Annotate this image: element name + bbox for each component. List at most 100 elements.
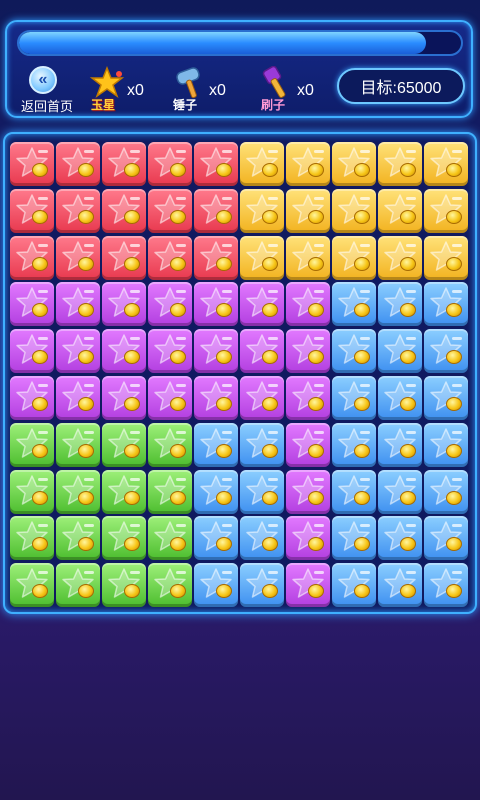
star-tile-red[interactable] xyxy=(56,188,100,233)
star-tile-red[interactable] xyxy=(102,142,146,186)
star-tile-blue[interactable] xyxy=(332,469,376,514)
star-tile-blue[interactable] xyxy=(332,422,376,467)
star-tile-purple[interactable] xyxy=(194,282,238,327)
star-tile-green[interactable] xyxy=(102,469,146,514)
star-tile-purple[interactable] xyxy=(286,329,330,374)
star-tile-red[interactable] xyxy=(56,142,100,186)
star-tile-blue[interactable] xyxy=(378,516,422,561)
star-tile-purple[interactable] xyxy=(102,329,146,374)
star-tile-blue[interactable] xyxy=(378,422,422,467)
star-tile-green[interactable] xyxy=(56,516,100,561)
star-tile-blue[interactable] xyxy=(194,469,238,514)
star-tile-blue[interactable] xyxy=(332,282,376,327)
star-tile-red[interactable] xyxy=(10,142,54,186)
star-tile-green[interactable] xyxy=(10,469,54,514)
star-tile-blue[interactable] xyxy=(378,282,422,327)
star-tile-green[interactable] xyxy=(148,516,192,561)
star-tile-blue[interactable] xyxy=(424,375,468,420)
star-tile-red[interactable] xyxy=(10,188,54,233)
star-tile-purple[interactable] xyxy=(240,375,284,420)
star-tile-yellow[interactable] xyxy=(332,188,376,233)
star-tile-purple[interactable] xyxy=(286,375,330,420)
star-tile-purple[interactable] xyxy=(56,375,100,420)
star-tile-purple[interactable] xyxy=(56,282,100,327)
star-tile-yellow[interactable] xyxy=(332,235,376,280)
star-tile-blue[interactable] xyxy=(240,469,284,514)
star-tile-yellow[interactable] xyxy=(240,235,284,280)
star-tile-purple[interactable] xyxy=(240,329,284,374)
star-tile-red[interactable] xyxy=(102,235,146,280)
star-tile-red[interactable] xyxy=(56,235,100,280)
star-tile-blue[interactable] xyxy=(378,563,422,608)
star-tile-red[interactable] xyxy=(194,142,238,186)
star-tile-blue[interactable] xyxy=(378,469,422,514)
star-tile-purple[interactable] xyxy=(148,329,192,374)
star-tile-purple[interactable] xyxy=(286,422,330,467)
star-tile-purple[interactable] xyxy=(148,282,192,327)
star-tile-blue[interactable] xyxy=(378,329,422,374)
tool-magic-star[interactable]: 玉星 x0 xyxy=(89,66,149,116)
star-tile-purple[interactable] xyxy=(286,516,330,561)
star-tile-blue[interactable] xyxy=(424,516,468,561)
star-tile-red[interactable] xyxy=(10,235,54,280)
star-tile-blue[interactable] xyxy=(332,375,376,420)
star-tile-yellow[interactable] xyxy=(332,142,376,186)
star-tile-red[interactable] xyxy=(194,188,238,233)
star-tile-yellow[interactable] xyxy=(378,142,422,186)
star-tile-yellow[interactable] xyxy=(424,142,468,186)
back-home-button[interactable]: « 返回首页 xyxy=(15,66,73,116)
star-tile-purple[interactable] xyxy=(286,563,330,608)
star-tile-blue[interactable] xyxy=(332,329,376,374)
star-tile-green[interactable] xyxy=(148,563,192,608)
star-tile-purple[interactable] xyxy=(194,329,238,374)
star-tile-purple[interactable] xyxy=(10,329,54,374)
star-tile-purple[interactable] xyxy=(240,282,284,327)
star-tile-green[interactable] xyxy=(56,469,100,514)
star-tile-red[interactable] xyxy=(148,142,192,186)
star-tile-green[interactable] xyxy=(10,516,54,561)
star-tile-yellow[interactable] xyxy=(286,235,330,280)
star-tile-yellow[interactable] xyxy=(240,188,284,233)
star-tile-blue[interactable] xyxy=(424,329,468,374)
star-tile-purple[interactable] xyxy=(286,469,330,514)
star-tile-yellow[interactable] xyxy=(240,142,284,186)
star-tile-blue[interactable] xyxy=(332,516,376,561)
star-tile-blue[interactable] xyxy=(332,563,376,608)
star-tile-green[interactable] xyxy=(102,422,146,467)
star-tile-blue[interactable] xyxy=(240,563,284,608)
star-tile-yellow[interactable] xyxy=(424,235,468,280)
star-tile-blue[interactable] xyxy=(194,422,238,467)
star-tile-purple[interactable] xyxy=(102,282,146,327)
star-tile-blue[interactable] xyxy=(240,516,284,561)
star-tile-yellow[interactable] xyxy=(286,188,330,233)
star-tile-blue[interactable] xyxy=(240,422,284,467)
star-tile-red[interactable] xyxy=(102,188,146,233)
star-tile-red[interactable] xyxy=(194,235,238,280)
star-tile-blue[interactable] xyxy=(424,422,468,467)
star-tile-yellow[interactable] xyxy=(286,142,330,186)
star-tile-red[interactable] xyxy=(148,235,192,280)
star-tile-green[interactable] xyxy=(10,422,54,467)
star-tile-purple[interactable] xyxy=(102,375,146,420)
star-tile-green[interactable] xyxy=(148,469,192,514)
star-tile-purple[interactable] xyxy=(10,282,54,327)
star-tile-blue[interactable] xyxy=(194,516,238,561)
star-tile-purple[interactable] xyxy=(194,375,238,420)
star-tile-purple[interactable] xyxy=(286,282,330,327)
star-tile-green[interactable] xyxy=(102,516,146,561)
star-tile-blue[interactable] xyxy=(194,563,238,608)
star-tile-green[interactable] xyxy=(56,563,100,608)
star-tile-yellow[interactable] xyxy=(378,188,422,233)
star-tile-purple[interactable] xyxy=(10,375,54,420)
tool-brush[interactable]: 刷子 x0 xyxy=(259,66,321,116)
star-tile-green[interactable] xyxy=(148,422,192,467)
star-tile-red[interactable] xyxy=(148,188,192,233)
star-tile-green[interactable] xyxy=(102,563,146,608)
star-tile-green[interactable] xyxy=(10,563,54,608)
star-tile-yellow[interactable] xyxy=(378,235,422,280)
star-tile-purple[interactable] xyxy=(56,329,100,374)
star-tile-blue[interactable] xyxy=(378,375,422,420)
star-tile-blue[interactable] xyxy=(424,282,468,327)
star-tile-blue[interactable] xyxy=(424,469,468,514)
star-tile-yellow[interactable] xyxy=(424,188,468,233)
